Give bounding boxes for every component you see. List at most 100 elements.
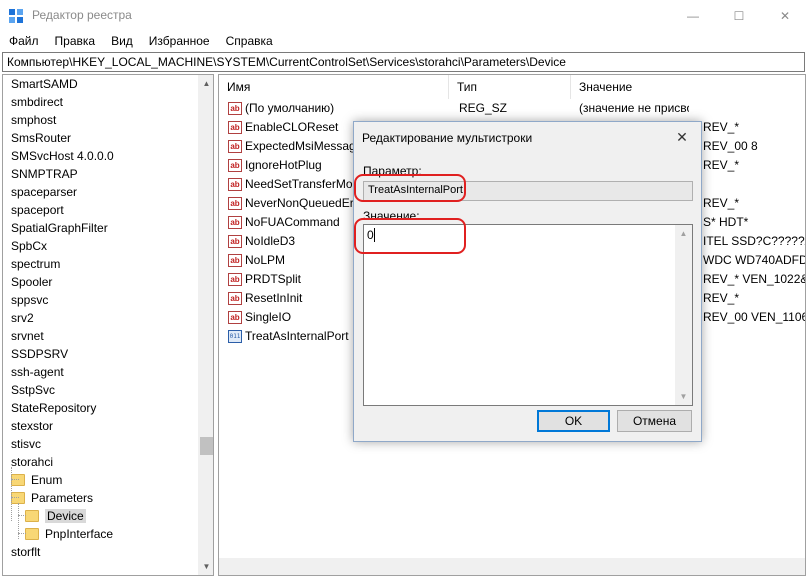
scroll-down-arrow-icon[interactable]: ▼ bbox=[675, 388, 692, 405]
string-value-icon: ab bbox=[228, 159, 242, 172]
tree-connector bbox=[11, 467, 12, 521]
menu-help[interactable]: Справка bbox=[217, 31, 280, 51]
tree-item[interactable]: SpbCx bbox=[11, 237, 47, 255]
tree-item[interactable]: srvnet bbox=[11, 327, 44, 345]
tree-item-label: spectrum bbox=[11, 257, 61, 271]
string-value-icon: ab bbox=[228, 140, 242, 153]
tree-item-label: spaceparser bbox=[11, 185, 78, 199]
scroll-down-arrow-icon[interactable]: ▼ bbox=[198, 558, 213, 575]
string-value-icon: ab bbox=[228, 273, 242, 286]
tree-item-label: SmsRouter bbox=[11, 131, 72, 145]
tree-item-label: SmartSAMD bbox=[11, 77, 78, 91]
tree-item[interactable]: sppsvc bbox=[11, 291, 48, 309]
tree-item[interactable]: storflt bbox=[11, 543, 40, 561]
tree-item[interactable]: spaceparser bbox=[11, 183, 77, 201]
scroll-up-arrow-icon[interactable]: ▲ bbox=[198, 75, 213, 92]
close-window-button[interactable]: ✕ bbox=[762, 0, 808, 31]
registry-editor-icon bbox=[9, 9, 23, 23]
address-bar[interactable]: Компьютер\HKEY_LOCAL_MACHINE\SYSTEM\Curr… bbox=[2, 52, 805, 72]
tree-item-label: Enum bbox=[31, 473, 63, 487]
registry-tree[interactable]: SmartSAMD smbdirect smphost SmsRouter SMSvcH… bbox=[2, 74, 214, 576]
tree-item-label: Parameters bbox=[31, 491, 94, 505]
string-value-icon: ab bbox=[228, 121, 242, 134]
tree-item[interactable]: StateRepository bbox=[11, 399, 96, 417]
scroll-thumb[interactable] bbox=[200, 437, 213, 455]
column-header-value[interactable]: Значение bbox=[571, 75, 805, 99]
tree-item-label: Spooler bbox=[11, 275, 53, 289]
tree-item[interactable]: stexstor bbox=[11, 417, 53, 435]
menu-bar: Файл Правка Вид Избранное Справка bbox=[0, 31, 808, 51]
tree-scrollbar[interactable]: ▲ ▼ bbox=[198, 75, 213, 575]
tree-item[interactable]: SmartSAMD bbox=[11, 75, 78, 93]
string-value-icon: ab bbox=[228, 216, 242, 229]
scroll-up-arrow-icon[interactable]: ▲ bbox=[675, 225, 692, 242]
tree-item-selected[interactable]: Device bbox=[25, 507, 86, 525]
maximize-button[interactable]: ☐ bbox=[716, 0, 762, 31]
list-row[interactable]: ab (По умолчанию) REG_SZ (значение не присв… bbox=[219, 99, 805, 118]
menu-file[interactable]: Файл bbox=[0, 31, 46, 51]
value-data: (значение не присвоено) bbox=[579, 101, 689, 115]
tree-item[interactable]: spaceport bbox=[11, 201, 64, 219]
tree-item[interactable]: Parameters bbox=[11, 489, 93, 507]
tree-item[interactable]: stisvc bbox=[11, 435, 41, 453]
minimize-button[interactable]: — bbox=[670, 0, 716, 31]
tree-item[interactable]: SmsRouter bbox=[11, 129, 71, 147]
dialog-title: Редактирование мультистроки bbox=[362, 131, 533, 145]
menu-view[interactable]: Вид bbox=[102, 31, 140, 51]
tree-item-label: smphost bbox=[11, 113, 57, 127]
tree-item-label: SNMPTRAP bbox=[11, 167, 78, 181]
title-bar: Редактор реестра — ☐ ✕ bbox=[0, 0, 808, 31]
tree-item-label: storahci bbox=[11, 455, 54, 469]
tree-item[interactable]: Enum bbox=[11, 471, 62, 489]
tree-item[interactable]: PnpInterface bbox=[25, 525, 113, 543]
string-value-icon: ab bbox=[228, 254, 242, 267]
value-data: REV_* bbox=[703, 158, 740, 172]
tree-item[interactable]: SpatialGraphFilter bbox=[11, 219, 108, 237]
tree-item-label: srvnet bbox=[11, 329, 44, 343]
string-value-icon: ab bbox=[228, 102, 242, 115]
tree-item[interactable]: srv2 bbox=[11, 309, 34, 327]
tree-item[interactable]: SstpSvc bbox=[11, 381, 55, 399]
tree-item-label: stisvc bbox=[11, 437, 41, 451]
tree-item[interactable]: ssh-agent bbox=[11, 363, 64, 381]
column-header-type[interactable]: Тип bbox=[449, 75, 571, 99]
value-data: REV_* bbox=[703, 120, 740, 134]
column-header-name[interactable]: Имя bbox=[219, 75, 449, 99]
value-type: REG_SZ bbox=[459, 101, 508, 115]
tree-item-label: StateRepository bbox=[11, 401, 97, 415]
tree-item[interactable]: SSDPSRV bbox=[11, 345, 68, 363]
tree-item-label: SstpSvc bbox=[11, 383, 56, 397]
tree-item-label: srv2 bbox=[11, 311, 34, 325]
tree-connector bbox=[18, 515, 26, 516]
highlight-param-annotation bbox=[354, 174, 466, 202]
tree-item[interactable]: smbdirect bbox=[11, 93, 63, 111]
tree-item[interactable]: storahci bbox=[11, 453, 53, 471]
tree-item[interactable]: SNMPTRAP bbox=[11, 165, 78, 183]
highlight-value-annotation bbox=[354, 218, 466, 254]
tree-item[interactable]: SMSvcHost 4.0.0.0 bbox=[11, 147, 114, 165]
value-data: S* HDT* bbox=[703, 215, 749, 229]
dialog-close-icon[interactable]: ✕ bbox=[669, 126, 695, 148]
tree-item-label: SpbCx bbox=[11, 239, 48, 253]
tree-connector bbox=[11, 497, 19, 498]
menu-favorites[interactable]: Избранное bbox=[140, 31, 217, 51]
tree-item[interactable]: spectrum bbox=[11, 255, 60, 273]
ok-button[interactable]: OK bbox=[537, 410, 610, 432]
folder-icon bbox=[25, 528, 39, 540]
string-value-icon: ab bbox=[228, 197, 242, 210]
list-horizontal-scrollbar[interactable] bbox=[219, 558, 805, 575]
value-data: ITEL SSD?C?????A4? bbox=[703, 234, 805, 248]
tree-item-label: SMSvcHost 4.0.0.0 bbox=[11, 149, 114, 163]
tree-item-label: smbdirect bbox=[11, 95, 64, 109]
tree-item-label: stexstor bbox=[11, 419, 54, 433]
cancel-button[interactable]: Отмена bbox=[617, 410, 692, 432]
value-data: REV_* VEN_1022&D bbox=[703, 272, 806, 286]
value-scrollbar[interactable]: ▲ ▼ bbox=[675, 225, 692, 405]
string-value-icon: ab bbox=[228, 292, 242, 305]
value-name: (По умолчанию) bbox=[245, 101, 335, 115]
tree-item[interactable]: smphost bbox=[11, 111, 56, 129]
tree-item[interactable]: Spooler bbox=[11, 273, 52, 291]
tree-item-label: SpatialGraphFilter bbox=[11, 221, 108, 235]
value-data: REV_00 8 bbox=[703, 139, 758, 153]
menu-edit[interactable]: Правка bbox=[46, 31, 103, 51]
